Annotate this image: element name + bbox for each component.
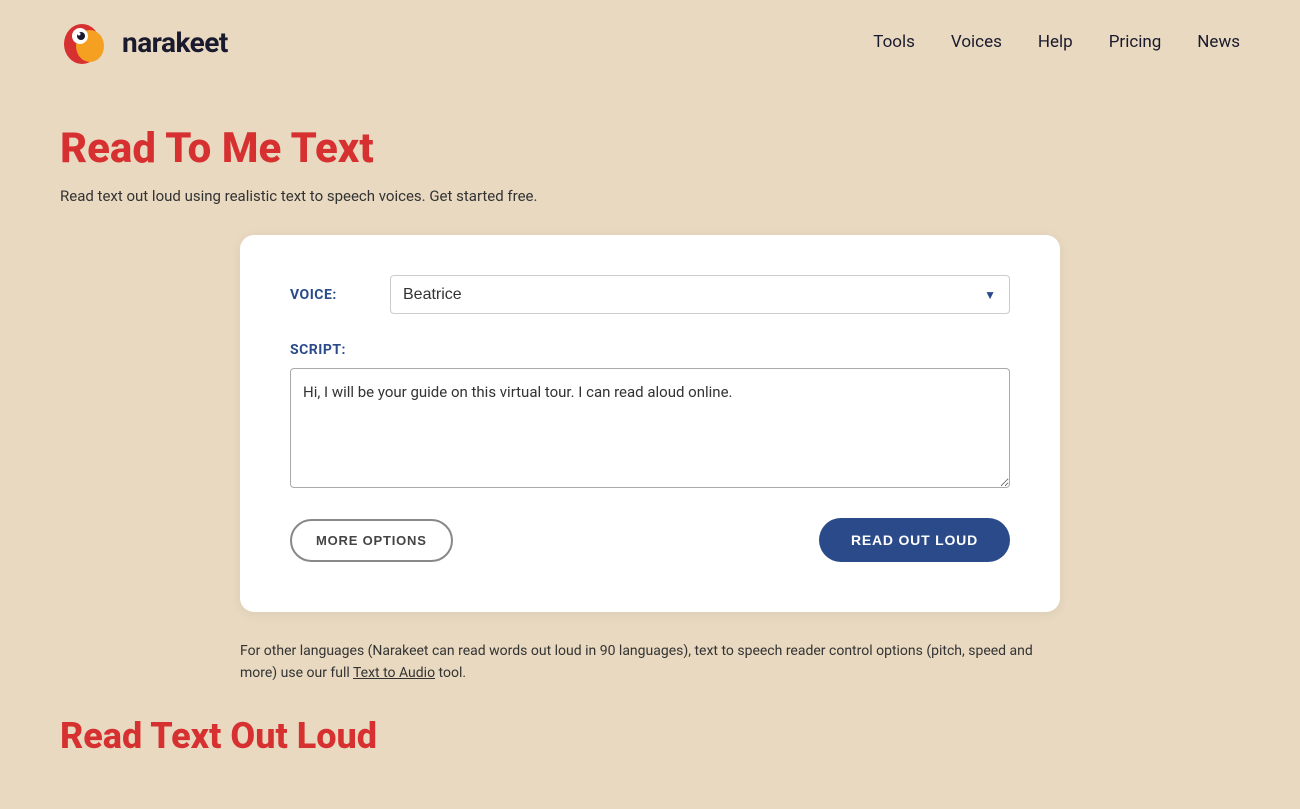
more-options-button[interactable]: MORE OPTIONS — [290, 519, 453, 562]
script-row: SCRIPT: — [290, 342, 1010, 488]
page-title: Read To Me Text — [60, 124, 1240, 173]
voice-row: VOICE: Beatrice ▼ — [290, 275, 1010, 314]
tts-card: VOICE: Beatrice ▼ SCRIPT: MORE OPTIONS R… — [240, 235, 1060, 612]
footer-note-end: tool. — [439, 665, 467, 681]
logo-icon — [60, 16, 112, 68]
voice-label: VOICE: — [290, 287, 390, 303]
read-out-loud-button[interactable]: READ OUT LOUD — [819, 518, 1010, 562]
voice-select[interactable]: Beatrice — [390, 275, 1010, 314]
second-section-title: Read Text Out Loud — [60, 715, 1240, 757]
nav-pricing[interactable]: Pricing — [1109, 32, 1162, 52]
script-textarea[interactable] — [290, 368, 1010, 488]
logo[interactable]: narakeet — [60, 16, 228, 68]
nav-voices[interactable]: Voices — [951, 32, 1002, 52]
page-subtitle: Read text out loud using realistic text … — [60, 187, 1240, 205]
nav-news[interactable]: News — [1197, 32, 1240, 52]
voice-select-wrapper: Beatrice ▼ — [390, 275, 1010, 314]
script-label: SCRIPT: — [290, 342, 390, 358]
main-content: Read To Me Text Read text out loud using… — [0, 84, 1300, 797]
buttons-row: MORE OPTIONS READ OUT LOUD — [290, 518, 1010, 562]
text-to-audio-link[interactable]: Text to Audio — [353, 665, 435, 681]
header: narakeet Tools Voices Help Pricing News — [0, 0, 1300, 84]
nav-tools[interactable]: Tools — [873, 32, 915, 52]
main-nav: Tools Voices Help Pricing News — [873, 32, 1240, 52]
footer-note: For other languages (Narakeet can read w… — [240, 640, 1060, 685]
logo-text: narakeet — [122, 26, 228, 59]
nav-help[interactable]: Help — [1038, 32, 1073, 52]
